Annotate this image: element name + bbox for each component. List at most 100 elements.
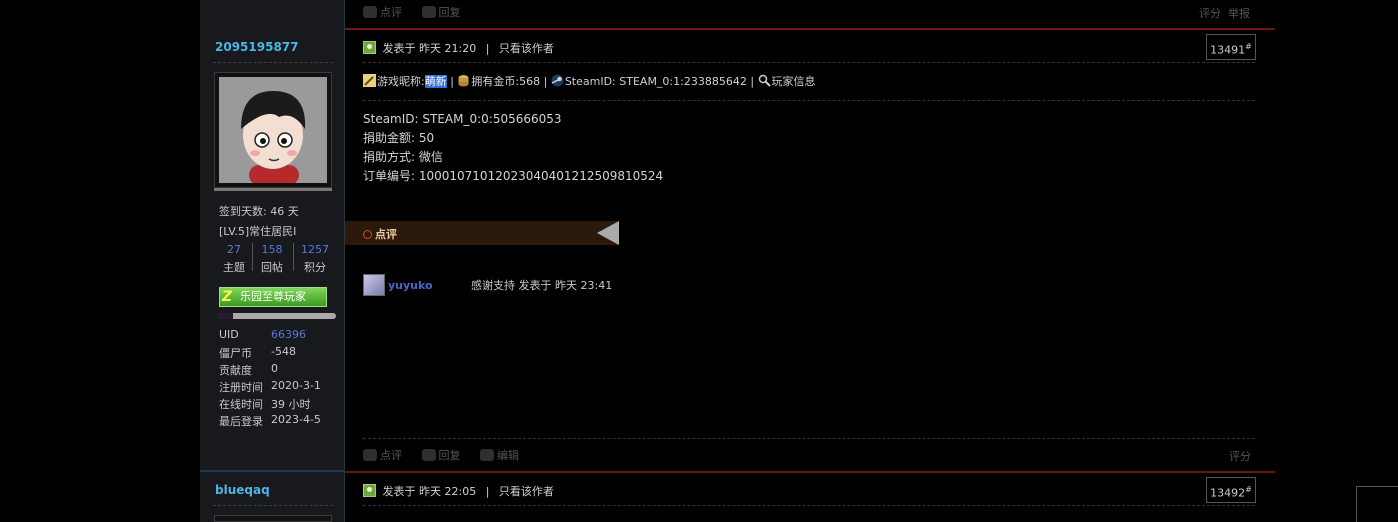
divider [363,100,1255,101]
content-line: 捐助方式: 微信 [363,150,443,164]
prev-reply-action[interactable]: 回复 [421,6,461,19]
level-progress [219,313,336,319]
comment-text: 感谢支持 发表于 昨天 23:41 [471,279,613,292]
post-separator [345,28,1275,30]
commenter-name[interactable]: yuyuko [388,279,433,292]
stat-topics-num: 27 [227,243,241,256]
edit-icon [480,449,494,461]
prev-comment-label: 点评 [380,6,402,19]
next-author-avatar[interactable] [214,515,332,522]
next-author-username[interactable]: blueqaq [215,483,270,497]
stat-credits[interactable]: 1257 积分 [295,243,335,275]
commenter-avatar[interactable] [363,274,385,296]
magnifier-icon [758,74,771,87]
medal-badge[interactable]: Z 乐园至尊玩家 [219,287,327,307]
content-line: SteamID: STEAM_0:0:505666053 [363,112,562,126]
reply-icon [421,6,436,18]
checkin-days: 签到天数: 46 天 [219,205,299,218]
comment-section-header: 点评 [345,221,619,245]
game-nick-label: 游戏昵称: [377,75,425,88]
info-key: 贡献度 [219,364,252,377]
post-meta: 发表于 昨天 21:20 | 只看该作者 [363,40,554,56]
comment-icon [363,449,377,461]
stat-divider [293,243,294,271]
author-sidebar: 2095195877 签到天数: 46 天 [LV.5]常住居民I 27 主题 … [200,0,345,522]
avatar-image [219,77,327,183]
next-only-author-link[interactable]: 只看该作者 [499,485,554,498]
divider [363,438,1255,439]
game-nick: 萌新 [424,75,447,88]
comment-section-label: 点评 [363,226,397,242]
info-key: 最后登录 [219,415,263,428]
comment-icon [363,6,377,18]
only-author-link[interactable]: 只看该作者 [499,42,554,55]
rate-link[interactable]: 评分 [1229,448,1251,464]
edit-action-label: 编辑 [497,449,519,462]
circle-icon [363,230,372,239]
floor-number[interactable]: 13491# [1206,34,1256,60]
steam-icon [551,74,564,87]
next-floor-number[interactable]: 13492# [1206,477,1256,503]
floor-number-value: 13491 [1210,43,1246,57]
stat-credits-label: 积分 [304,261,326,274]
prev-rate-link[interactable]: 评分 [1199,5,1221,21]
stat-replies[interactable]: 158 回帖 [252,243,292,275]
post-divider [200,470,345,472]
info-value: 2020-3-1 [271,379,321,392]
content-line: 订单编号: 10001071012023040401212509810524 [363,169,664,183]
medal-label: 乐园至尊玩家 [240,290,306,303]
online-icon [363,41,376,54]
avatar-bar [214,188,332,191]
info-key: 在线时间 [219,398,263,411]
next-floor-mark: # [1245,485,1252,494]
info-value[interactable]: 66396 [271,328,306,341]
steam-id: SteamID: STEAM_0:1:233885642 [564,75,747,88]
next-post-meta: 发表于 昨天 22:05 | 只看该作者 [363,483,554,499]
divider [363,62,1255,63]
reply-action-label: 回复 [438,449,461,462]
post-time: 发表于 昨天 21:20 [382,42,477,55]
comment-action[interactable]: 点评 [363,449,402,462]
coin-icon [458,75,469,87]
stat-topics-label: 主题 [223,261,245,274]
medal-z-glyph: Z [222,289,233,305]
divider [213,62,333,63]
content-line: 捐助金额: 50 [363,131,435,145]
level-progress-fill [219,313,234,319]
post-content: SteamID: STEAM_0:0:505666053 捐助金额: 50 捐助… [363,110,663,186]
prev-report-link[interactable]: 举报 [1228,5,1250,21]
stat-topics[interactable]: 27 主题 [214,243,254,275]
avatar[interactable] [214,72,332,188]
prev-comment-action[interactable]: 点评 [363,6,402,19]
stat-credits-num: 1257 [301,243,329,256]
back-to-top-box[interactable] [1356,486,1398,522]
comment-action-label: 点评 [380,449,402,462]
triangle-icon [597,221,619,245]
info-value: 0 [271,362,278,375]
stat-replies-label: 回帖 [261,261,283,274]
floor-mark: # [1245,42,1252,51]
next-floor-number-value: 13492 [1210,486,1246,500]
prev-post-actions: 点评 回复 [363,4,477,20]
edit-action[interactable]: 编辑 [480,449,519,462]
prev-reply-label: 回复 [438,6,461,19]
divider [213,505,333,506]
online-icon [363,484,376,497]
author-username[interactable]: 2095195877 [215,40,299,54]
info-key: 注册时间 [219,381,263,394]
game-info: 游戏昵称:萌新 | 拥有金币:568 | SteamID: STEAM_0:1:… [363,73,816,89]
user-stats: 27 主题 158 回帖 1257 积分 [214,243,335,275]
post-main: 点评 回复 评分 举报 发表于 昨天 21:20 | 只看该作者 13491# … [345,0,1275,522]
info-value: 39 小时 [271,398,311,411]
meta-separator: | [485,485,490,498]
info-value: 2023-4-5 [271,413,321,426]
next-post-time: 发表于 昨天 22:05 [382,485,477,498]
stat-replies-num: 158 [261,243,283,256]
divider [363,505,1255,506]
pencil-icon [363,74,376,87]
reply-action[interactable]: 回复 [421,449,461,462]
user-level[interactable]: [LV.5]常住居民I [219,223,296,239]
comment-section-title: 点评 [375,228,397,241]
post-actions: 点评 回复 编辑 [363,447,535,463]
player-info-link[interactable]: 玩家信息 [772,75,816,88]
